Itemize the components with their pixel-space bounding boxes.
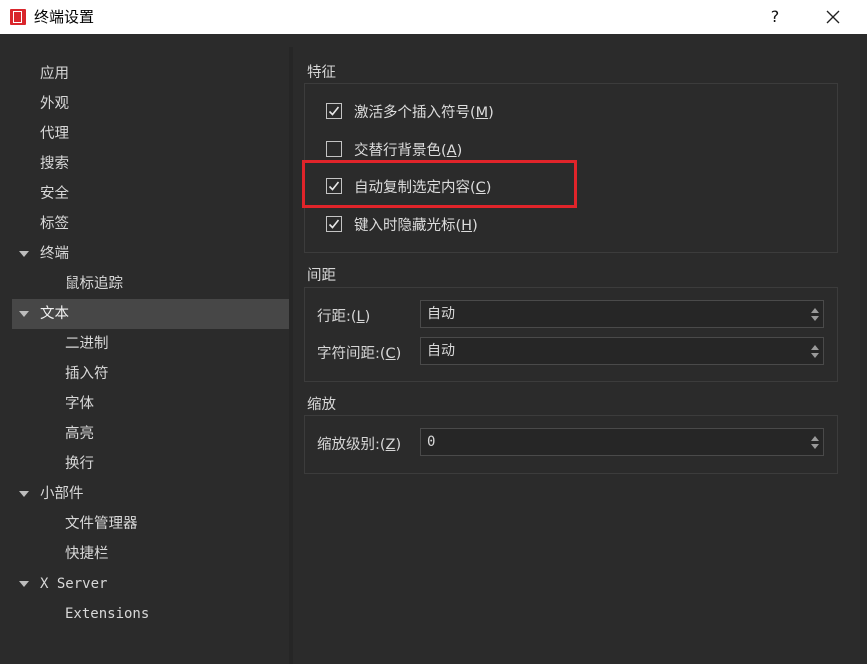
nav-item-proxy[interactable]: 代理	[12, 119, 289, 149]
spin-up-icon[interactable]	[811, 345, 819, 350]
app-icon	[9, 8, 27, 26]
nav-item-wrap[interactable]: 换行	[12, 449, 289, 479]
close-icon	[826, 10, 840, 24]
spin-down-icon[interactable]	[811, 444, 819, 449]
pane-splitter[interactable]	[289, 47, 293, 664]
zoom-level-label: 缩放级别:(Z)	[317, 437, 402, 453]
features-section-title: 特征	[307, 65, 336, 81]
help-button[interactable]: ?	[752, 0, 798, 34]
nav-item-mouse-tracking[interactable]: 鼠标追踪	[12, 269, 289, 299]
alt-row-bg-label: 交替行背景色(A)	[354, 143, 463, 159]
nav-item-terminal[interactable]: 终端	[12, 239, 289, 269]
zoom-level-value: 0	[427, 434, 436, 450]
nav-item-caret[interactable]: 插入符	[12, 359, 289, 389]
nav-item-widgets[interactable]: 小部件	[12, 479, 289, 509]
expand-arrow-icon[interactable]	[19, 251, 29, 257]
nav-item-tabs[interactable]: 标签	[12, 209, 289, 239]
nav-item-x-server[interactable]: X Server	[12, 569, 289, 599]
close-button[interactable]	[808, 0, 858, 34]
line-spacing-label: 行距:(L)	[317, 309, 371, 325]
nav-item-extensions[interactable]: Extensions	[12, 599, 289, 629]
hide-cursor-checkbox[interactable]	[326, 216, 342, 232]
window-title: 终端设置	[34, 8, 95, 26]
title-bar: 终端设置 ?	[0, 0, 867, 34]
nav-item-binary[interactable]: 二进制	[12, 329, 289, 359]
annotation-highlight-box	[302, 160, 577, 208]
line-spacing-spinbox[interactable]: 自动	[420, 300, 824, 328]
expand-arrow-icon[interactable]	[19, 581, 29, 587]
spin-down-icon[interactable]	[811, 353, 819, 358]
char-spacing-value: 自动	[427, 343, 455, 359]
spin-up-icon[interactable]	[811, 308, 819, 313]
nav-item-text[interactable]: 文本	[12, 299, 289, 329]
checkmark-icon	[328, 106, 340, 116]
multi-caret-checkbox[interactable]	[326, 103, 342, 119]
checkmark-icon	[328, 219, 340, 229]
expand-arrow-icon[interactable]	[19, 311, 29, 317]
spacing-section-title: 间距	[307, 268, 336, 284]
expand-arrow-icon[interactable]	[19, 491, 29, 497]
spin-up-icon[interactable]	[811, 436, 819, 441]
spin-down-icon[interactable]	[811, 316, 819, 321]
dialog-client: 应用 外观 代理 搜索 安全 标签 终端 鼠标追踪 文本 二进制 插入符 字体 …	[0, 35, 867, 664]
multi-caret-label: 激活多个插入符号(M)	[354, 105, 494, 121]
nav-item-appearance[interactable]: 外观	[12, 89, 289, 119]
nav-item-app[interactable]: 应用	[12, 59, 289, 89]
zoom-level-spinbox[interactable]: 0	[420, 428, 824, 456]
nav-item-quickbar[interactable]: 快捷栏	[12, 539, 289, 569]
char-spacing-spinbox[interactable]: 自动	[420, 337, 824, 365]
nav-item-security[interactable]: 安全	[12, 179, 289, 209]
nav-item-search[interactable]: 搜索	[12, 149, 289, 179]
hide-cursor-label: 键入时隐藏光标(H)	[354, 218, 478, 234]
line-spacing-value: 自动	[427, 306, 455, 322]
nav-item-file-manager[interactable]: 文件管理器	[12, 509, 289, 539]
zoom-section-title: 缩放	[307, 397, 336, 413]
char-spacing-label: 字符间距:(C)	[317, 346, 402, 362]
nav-item-highlight[interactable]: 高亮	[12, 419, 289, 449]
nav-item-font[interactable]: 字体	[12, 389, 289, 419]
settings-nav-tree: 应用 外观 代理 搜索 安全 标签 终端 鼠标追踪 文本 二进制 插入符 字体 …	[12, 47, 289, 664]
alt-row-bg-checkbox[interactable]	[326, 141, 342, 157]
